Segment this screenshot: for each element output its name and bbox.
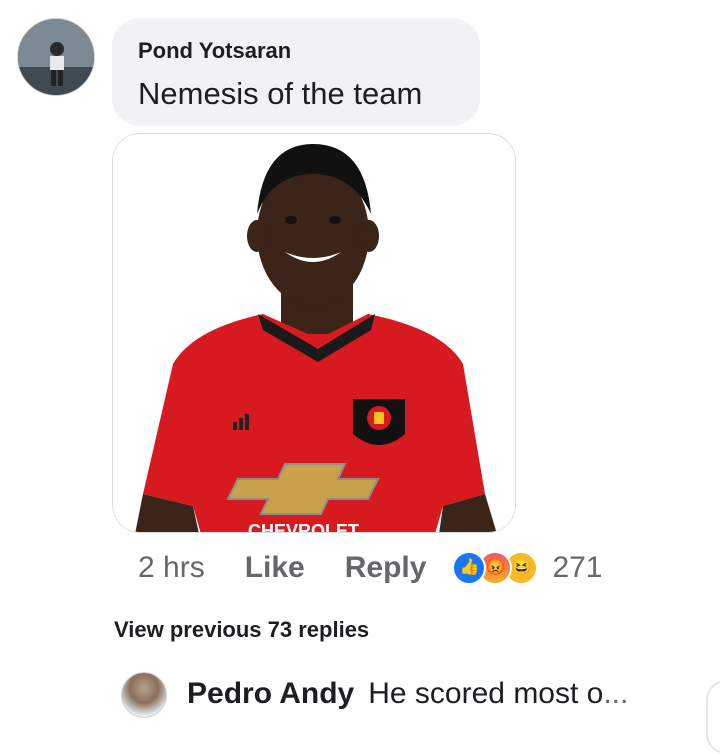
reaction-summary[interactable]: 👍 😡 😆 271 <box>452 551 603 585</box>
reaction-count: 271 <box>552 551 603 584</box>
comment-text: Nemesis of the team <box>138 76 423 111</box>
reply-author[interactable]: Pedro Andy <box>187 677 354 711</box>
commenter-avatar[interactable] <box>17 18 95 96</box>
like-icon: 👍 <box>452 551 487 585</box>
comment-image-attachment[interactable]: CHEVROLET <box>112 133 516 533</box>
reply-button[interactable]: Reply <box>345 551 427 585</box>
reply-text: He scored most o <box>368 677 604 710</box>
composer-edge <box>706 680 720 754</box>
view-previous-replies-link[interactable]: View previous 73 replies <box>114 617 369 643</box>
reply-truncation: ... <box>603 677 629 710</box>
reply-preview[interactable]: Pedro Andy He scored most o... <box>187 677 628 711</box>
like-button[interactable]: Like <box>245 551 305 585</box>
comment-author[interactable]: Pond Yotsaran <box>138 38 454 64</box>
comment-actions: 2 hrs Like Reply 👍 😡 😆 271 <box>138 548 603 588</box>
comment-timestamp[interactable]: 2 hrs <box>138 551 205 585</box>
avatar-photo-icon <box>18 19 94 95</box>
reply-author-avatar[interactable] <box>121 672 167 718</box>
jersey-sponsor-text: CHEVROLET <box>248 521 359 533</box>
comment-bubble: Pond Yotsaran Nemesis of the team <box>112 18 480 126</box>
club-crest-icon <box>353 399 405 445</box>
player-photo: CHEVROLET <box>113 134 515 533</box>
